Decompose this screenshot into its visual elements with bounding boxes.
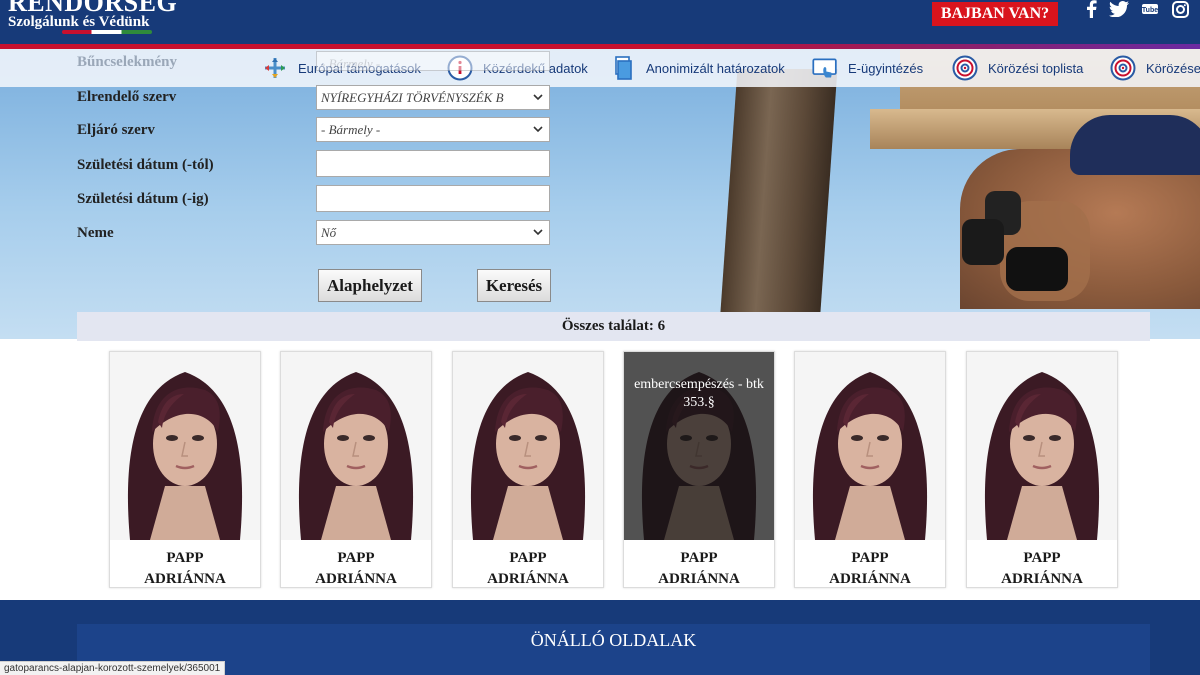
result-card[interactable]: PAPP ADRIÁNNA bbox=[280, 351, 432, 588]
portrait-image bbox=[110, 352, 260, 540]
suspect-name[interactable]: PAPP ADRIÁNNA bbox=[795, 548, 945, 590]
facebook-icon[interactable] bbox=[1082, 0, 1100, 18]
ordering-body-label: Elrendelő szerv bbox=[77, 89, 177, 105]
instagram-icon[interactable] bbox=[1170, 0, 1190, 18]
proceeding-body-select[interactable]: - Bármely - bbox=[316, 117, 550, 142]
chevron-down-icon bbox=[531, 221, 545, 244]
reset-button[interactable]: Alaphelyzet bbox=[318, 269, 422, 302]
portrait-image bbox=[967, 352, 1117, 540]
suspect-photo[interactable] bbox=[281, 352, 431, 540]
tree-trunk-image bbox=[718, 69, 838, 339]
logo-flag-ribbon bbox=[62, 30, 152, 34]
suspect-surname: PAPP bbox=[337, 550, 375, 566]
footer-title: ÖNÁLLÓ OLDALAK bbox=[530, 630, 697, 650]
suspect-photo[interactable] bbox=[795, 352, 945, 540]
binoculars-lens-image bbox=[962, 219, 1004, 265]
suspect-given-name: ADRIÁNNA bbox=[315, 571, 397, 587]
suspect-name[interactable]: PAPP ADRIÁNNA bbox=[967, 548, 1117, 590]
birth-date-from-label: Születési dátum (-tól) bbox=[77, 157, 214, 173]
suspect-surname: PAPP bbox=[1023, 550, 1061, 566]
suspect-given-name: ADRIÁNNA bbox=[1001, 571, 1083, 587]
wristwatch-image bbox=[1006, 247, 1068, 291]
suspect-photo[interactable] bbox=[967, 352, 1117, 540]
crime-label: Bűncselekmény bbox=[77, 54, 178, 70]
portrait-image bbox=[795, 352, 945, 540]
alert-button[interactable]: BAJBAN VAN? bbox=[932, 2, 1058, 26]
result-card[interactable]: PAPP ADRIÁNNA bbox=[794, 351, 946, 588]
gender-select[interactable]: Nő bbox=[316, 220, 550, 245]
target-icon bbox=[952, 55, 978, 81]
result-card[interactable]: PAPP ADRIÁNNA bbox=[452, 351, 604, 588]
result-card[interactable]: PAPP ADRIÁNNA bbox=[966, 351, 1118, 588]
nav-item-label: Körözése bbox=[1146, 60, 1200, 76]
birth-date-from-input[interactable] bbox=[316, 150, 550, 177]
nav-item-wanted-toplist[interactable]: Körözési toplista bbox=[952, 52, 1083, 84]
suspect-photo[interactable] bbox=[110, 352, 260, 540]
nav-item-label: Körözési toplista bbox=[988, 60, 1084, 76]
result-card[interactable]: embercsempészés - btk 353.§ PAPP ADRIÁNNA bbox=[623, 351, 775, 588]
crime-select-value: - Bármely - bbox=[321, 56, 381, 71]
suspect-surname: PAPP bbox=[680, 550, 718, 566]
birth-date-to-input[interactable] bbox=[316, 185, 550, 212]
logo-subtitle[interactable]: Szolgálunk és Védünk bbox=[8, 14, 149, 31]
cross-arrows-icon bbox=[262, 55, 288, 81]
target-icon bbox=[1110, 55, 1136, 81]
suspect-given-name: ADRIÁNNA bbox=[658, 571, 740, 587]
chevron-down-icon bbox=[531, 86, 545, 109]
gender-select-value: Nő bbox=[321, 225, 337, 240]
suspect-photo[interactable] bbox=[453, 352, 603, 540]
suspect-given-name: ADRIÁNNA bbox=[829, 571, 911, 587]
crime-description: embercsempészés - btk 353.§ bbox=[634, 377, 764, 410]
results-count: Összes találat: 6 bbox=[77, 312, 1150, 341]
birth-date-to-label: Születési dátum (-ig) bbox=[77, 191, 209, 207]
youtube-icon[interactable]: Tube bbox=[1140, 0, 1160, 18]
proceeding-body-label: Eljáró szerv bbox=[77, 122, 155, 138]
nav-item-label: E-ügyintézés bbox=[848, 60, 924, 76]
portrait-image bbox=[281, 352, 431, 540]
suspect-photo[interactable]: embercsempészés - btk 353.§ bbox=[624, 352, 774, 540]
search-button[interactable]: Keresés bbox=[477, 269, 551, 302]
ordering-body-value: NYÍREGYHÁZI TÖRVÉNYSZÉK B bbox=[321, 90, 504, 105]
gender-label: Neme bbox=[77, 225, 114, 241]
documents-icon bbox=[610, 55, 636, 81]
nav-item-anonymized-decisions[interactable]: Anonimizált határozatok bbox=[610, 52, 785, 84]
officer-cap-image bbox=[1070, 115, 1200, 175]
nav-item-wanted[interactable]: Körözése bbox=[1110, 52, 1200, 84]
suspect-surname: PAPP bbox=[851, 550, 889, 566]
svg-text:Tube: Tube bbox=[1142, 7, 1158, 14]
ordering-body-select[interactable]: NYÍREGYHÁZI TÖRVÉNYSZÉK B bbox=[316, 85, 550, 110]
suspect-given-name: ADRIÁNNA bbox=[487, 571, 569, 587]
touch-screen-icon bbox=[812, 55, 838, 81]
suspect-name[interactable]: PAPP ADRIÁNNA bbox=[624, 548, 774, 590]
portrait-image bbox=[453, 352, 603, 540]
proceeding-body-value: - Bármely - bbox=[321, 122, 381, 137]
suspect-name[interactable]: PAPP ADRIÁNNA bbox=[281, 548, 431, 590]
suspect-name[interactable]: PAPP ADRIÁNNA bbox=[110, 548, 260, 590]
suspect-name[interactable]: PAPP ADRIÁNNA bbox=[453, 548, 603, 590]
suspect-given-name: ADRIÁNNA bbox=[144, 571, 226, 587]
suspect-surname: PAPP bbox=[166, 550, 204, 566]
chevron-down-icon bbox=[531, 118, 545, 141]
status-bar-url: gatoparancs-alapjan-korozott-szemelyek/3… bbox=[0, 661, 226, 675]
nav-item-label: Anonimizált határozatok bbox=[646, 60, 785, 76]
crime-select[interactable]: - Bármely - bbox=[316, 51, 550, 71]
suspect-surname: PAPP bbox=[509, 550, 547, 566]
nav-item-e-administration[interactable]: E-ügyintézés bbox=[812, 52, 923, 84]
twitter-icon[interactable] bbox=[1108, 0, 1130, 18]
result-card[interactable]: PAPP ADRIÁNNA bbox=[109, 351, 261, 588]
